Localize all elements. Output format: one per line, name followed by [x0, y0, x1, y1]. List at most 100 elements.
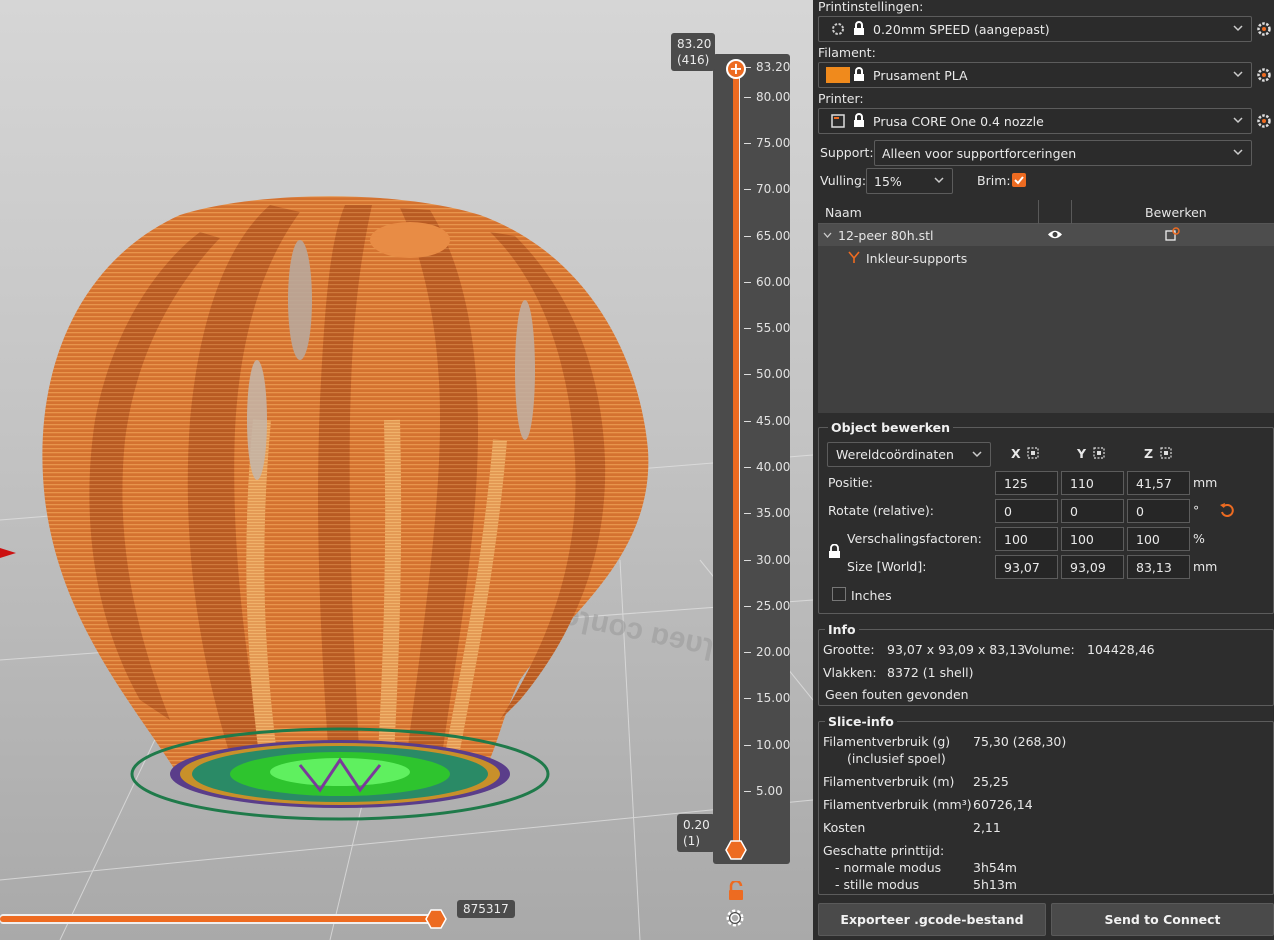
scale-lock-icon[interactable] [828, 544, 841, 559]
filament-label: Filament: [818, 45, 876, 60]
upper-layer-handle[interactable]: + [726, 59, 746, 79]
layer-tick [744, 142, 751, 144]
slice-info-label: (inclusief spoel) [847, 751, 946, 766]
axis-drop-to-bed-icon[interactable] [1160, 447, 1172, 459]
size-y-field[interactable]: 93,09 [1061, 555, 1124, 579]
print-settings-icon [832, 23, 844, 35]
upper-layer-readout: 83.20 (416) [671, 33, 715, 71]
brim-checkbox[interactable] [1012, 173, 1026, 187]
layer-tick-label: 80.00 [756, 89, 791, 104]
inches-label: Inches [851, 588, 892, 603]
coordinate-system-value: Wereldcoördinaten [836, 447, 954, 462]
chevron-down-icon [934, 177, 944, 184]
scale-unit: % [1193, 531, 1205, 546]
object-list[interactable]: Naam Bewerken 12-peer 80h.stl Inkleur-su… [818, 200, 1274, 413]
child-name: Inkleur-supports [866, 251, 968, 266]
slice-info-label: Filamentverbruik (g) [823, 734, 951, 749]
move-slider-value: 875317 [457, 900, 515, 918]
column-name: Naam [825, 205, 862, 220]
chevron-down-icon [1233, 117, 1243, 124]
axis-drop-to-bed-icon[interactable] [1027, 447, 1039, 459]
layer-slider-track[interactable] [733, 69, 739, 850]
edit-object-icon[interactable] [1165, 227, 1180, 242]
3d-viewport[interactable]: ɿəɿuoɔ ɒɘυɿq 83.20 80.00 75.00 70.00 65.… [0, 0, 813, 940]
support-combo[interactable]: Alleen voor supportforceringen [874, 140, 1252, 166]
coordinate-system-combo[interactable]: Wereldcoördinaten [827, 442, 991, 467]
printer-value: Prusa CORE One 0.4 nozzle [873, 114, 1044, 129]
export-gcode-button[interactable]: Exporteer .gcode-bestand [818, 903, 1046, 936]
info-volume-label: Volume: [1024, 642, 1075, 657]
infill-combo[interactable]: 15% [866, 168, 953, 194]
settings-cog-icon[interactable] [724, 907, 746, 929]
slice-info-label: Kosten [823, 820, 866, 835]
layer-tick-label: 70.00 [756, 182, 791, 197]
rotate-x-field[interactable]: 0 [995, 499, 1058, 523]
layer-tick [744, 235, 751, 237]
layer-tick [744, 652, 751, 654]
axis-drop-to-bed-icon[interactable] [1093, 447, 1105, 459]
reset-rotation-icon[interactable] [1219, 502, 1235, 518]
unlock-icon[interactable] [727, 881, 745, 901]
support-label: Support: [820, 145, 874, 160]
slice-info-value: 60726,14 [973, 797, 1033, 812]
inches-checkbox[interactable] [832, 587, 846, 601]
infill-label: Vulling: [820, 173, 867, 188]
scale-y-field[interactable]: 100 [1061, 527, 1124, 551]
slice-info-value: 2,11 [973, 820, 1001, 835]
printer-combo[interactable]: Prusa CORE One 0.4 nozzle [818, 108, 1252, 134]
slice-info-value: 75,30 (268,30) [973, 734, 1067, 749]
gcode-preview-scene[interactable]: ɿəɿuoɔ ɒɘυɿq [0, 0, 813, 940]
layer-tick-label: 50.00 [756, 367, 791, 382]
size-z-field[interactable]: 83,13 [1127, 555, 1190, 579]
position-x-field[interactable]: 125 [995, 471, 1058, 495]
position-label: Positie: [828, 475, 874, 490]
brim-and-supports [130, 727, 550, 821]
rotate-z-field[interactable]: 0 [1127, 499, 1190, 523]
collapse-chevron-icon[interactable] [823, 231, 832, 240]
layer-tick [744, 559, 751, 561]
object-row[interactable]: 12-peer 80h.stl [818, 224, 1274, 246]
slice-info-label: Filamentverbruik (mm³) [823, 797, 972, 812]
scale-label: Verschalingsfactoren: [847, 531, 982, 546]
visibility-eye-icon[interactable] [1047, 229, 1063, 240]
filament-edit-icon[interactable] [1256, 67, 1272, 83]
column-edit: Bewerken [1145, 205, 1207, 220]
object-name: 12-peer 80h.stl [838, 228, 934, 243]
info-facets-value: 8372 (1 shell) [887, 665, 974, 680]
size-x-field[interactable]: 93,07 [995, 555, 1058, 579]
info-size-value: 93,07 x 93,09 x 83,13 [887, 642, 1026, 657]
child-row[interactable]: Inkleur-supports [818, 246, 1274, 268]
filament-value: Prusament PLA [873, 68, 968, 83]
scale-x-field[interactable]: 100 [995, 527, 1058, 551]
position-y-field[interactable]: 110 [1061, 471, 1124, 495]
send-to-connect-button[interactable]: Send to Connect [1051, 903, 1274, 936]
info-errors: Geen fouten gevonden [825, 687, 969, 702]
move-slider-handle[interactable] [425, 909, 447, 929]
slice-info-value: 25,25 [973, 774, 1009, 789]
info-title: Info [825, 622, 859, 637]
filament-combo[interactable]: Prusament PLA [818, 62, 1252, 88]
printer-edit-icon[interactable] [1256, 113, 1272, 129]
axis-z-header: Z [1144, 446, 1154, 461]
slice-info-title: Slice-info [825, 714, 897, 729]
print-settings-combo[interactable]: 0.20mm SPEED (aangepast) [818, 16, 1252, 42]
lower-layer-handle[interactable] [725, 840, 747, 860]
infill-value: 15% [874, 174, 902, 189]
axis-x-header: X [1011, 446, 1021, 461]
layer-tick-label: 55.00 [756, 321, 791, 336]
axis-marker [0, 548, 16, 558]
position-z-field[interactable]: 41,57 [1127, 471, 1190, 495]
move-slider-track[interactable] [0, 916, 436, 922]
layer-tick [744, 791, 751, 792]
chevron-down-icon [1233, 149, 1243, 156]
layer-tick-label: 30.00 [756, 552, 791, 567]
layer-tick-label: 75.00 [756, 135, 791, 150]
printer-label: Printer: [818, 91, 864, 106]
print-settings-edit-icon[interactable] [1256, 21, 1272, 37]
size-label: Size [World]: [847, 559, 927, 574]
brim-label: Brim: [977, 173, 1011, 188]
layer-tick [744, 513, 751, 515]
layer-tick [744, 466, 751, 468]
rotate-y-field[interactable]: 0 [1061, 499, 1124, 523]
scale-z-field[interactable]: 100 [1127, 527, 1190, 551]
